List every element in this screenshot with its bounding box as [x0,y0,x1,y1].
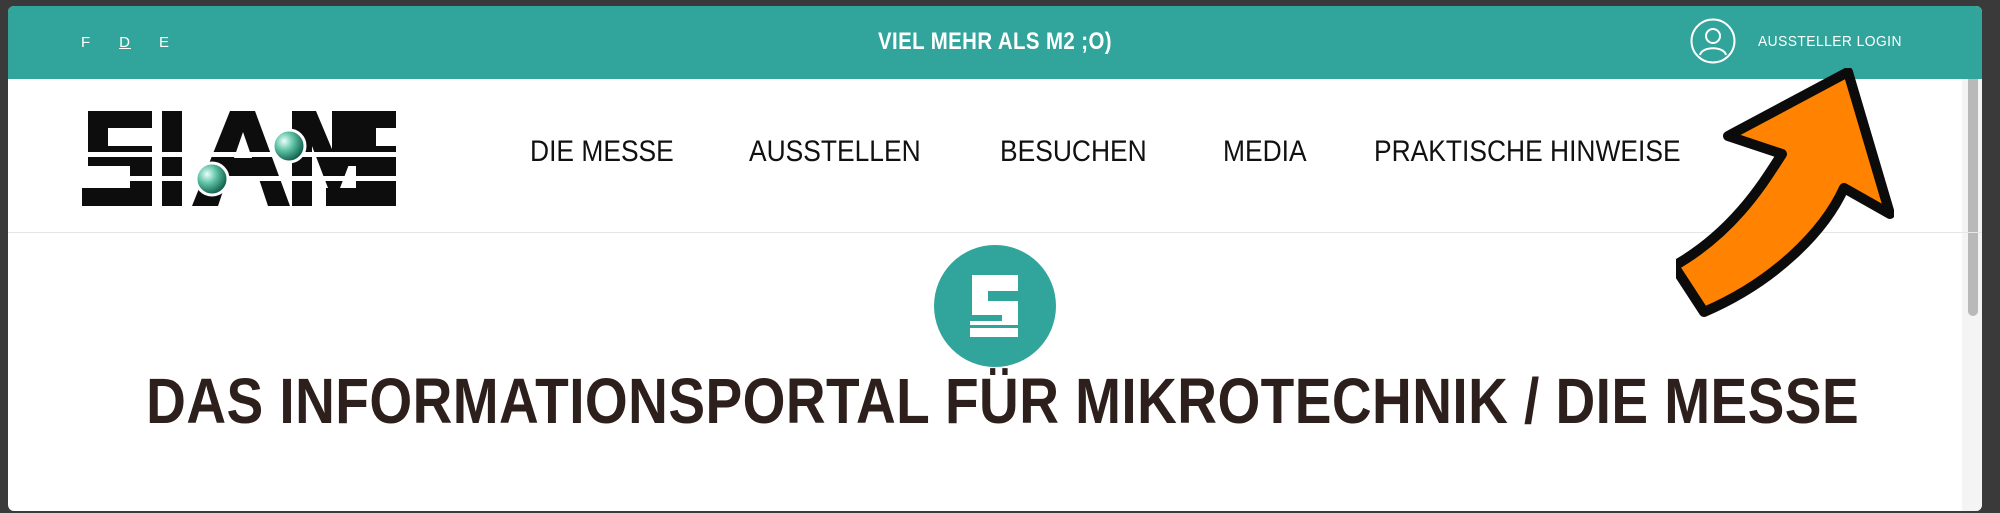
browser-window: F D E VIEL MEHR ALS M2 ;O) AUSSTELLER LO… [8,6,1982,511]
s-badge-icon [934,245,1056,367]
tagline: VIEL MEHR ALS M2 ;O) [877,28,1113,55]
user-icon[interactable] [1690,18,1736,64]
nav-die-messe[interactable]: DIE MESSE [530,135,674,169]
nav-praktische-hinweise[interactable]: PRAKTISCHE HINWEISE [1374,135,1681,169]
nav-besuchen[interactable]: BESUCHEN [1000,135,1147,169]
language-d[interactable]: D [119,34,131,51]
nav-media[interactable]: MEDIA [1223,135,1307,169]
siams-logo[interactable] [80,106,396,212]
page-headline: DAS INFORMATIONSPORTAL FÜR MIKROTECHNIK … [146,365,1860,437]
login-label[interactable]: AUSSTELLER LOGIN [1758,33,1902,50]
nav-ausstellen[interactable]: AUSSTELLEN [749,135,921,169]
annotation-arrow-icon [1676,68,1894,317]
exhibitor-login-link[interactable]: AUSSTELLER LOGIN [1690,18,1914,64]
main-nav: DIE MESSE AUSSTELLEN BESUCHEN MEDIA PRAK… [530,135,1723,169]
language-f[interactable]: F [81,34,91,51]
